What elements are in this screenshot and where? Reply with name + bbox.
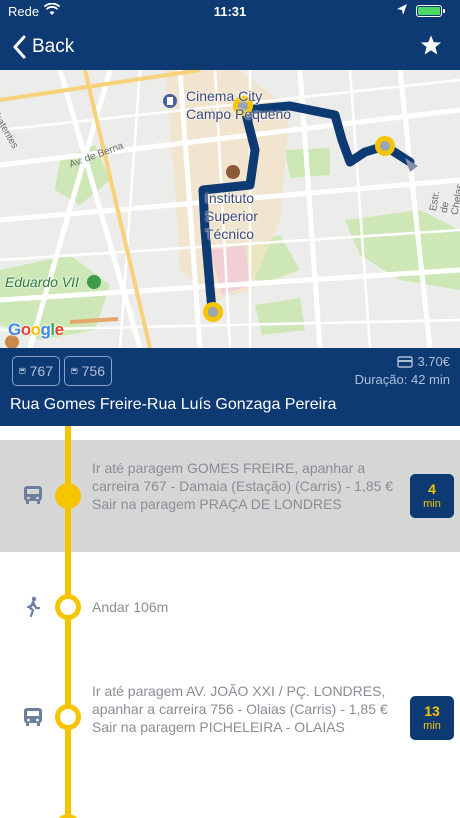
bus-chip-767: 767 [12, 356, 60, 386]
wait-badge: 13 min [410, 696, 454, 740]
route-name: Rua Gomes Freire-Rua Luís Gonzaga Pereir… [10, 396, 337, 413]
google-logo-g: G [8, 320, 21, 339]
bus-icon [22, 484, 44, 506]
timeline-dot [55, 704, 81, 730]
step-description: Andar 106m [92, 599, 169, 615]
bus-icon [19, 367, 26, 374]
timeline-dot [55, 594, 81, 620]
street-label-chelas: Estr. de Chelas [428, 183, 460, 216]
bus-icon [22, 706, 44, 728]
walk-icon [22, 596, 44, 618]
duration: Duração: 42 min [354, 372, 450, 387]
wait-minutes: 13 [424, 703, 440, 719]
steps-list: Ir até paragem GOMES FREIRE, apanhar a c… [0, 426, 460, 818]
fare: 3.70€ [397, 354, 450, 369]
bus-chip-756: 756 [64, 356, 112, 386]
map-label-cinema: Cinema City [186, 88, 263, 104]
bus-chip-label: 756 [81, 363, 105, 379]
route-summary: 767 756 3.70€ Duração: 42 min Rua Gomes … [0, 348, 460, 426]
clock: 11:31 [213, 4, 247, 19]
bus-chip-label: 767 [29, 363, 53, 379]
status-bar: Rede 11:31 [0, 0, 460, 22]
wait-unit: min [423, 498, 441, 510]
fare-value: 3.70€ [417, 354, 450, 369]
wait-unit: min [423, 720, 441, 732]
route-map[interactable]: Cinema City Campo Pequeno Instituto Supe… [0, 70, 460, 348]
map-label-eduardo: Eduardo VII [5, 274, 79, 290]
favorite-button[interactable] [420, 34, 442, 61]
battery-icon [416, 5, 445, 17]
location-arrow-icon [396, 3, 408, 20]
wait-minutes: 4 [428, 481, 436, 497]
google-attribution[interactable]: Google [8, 320, 64, 340]
back-button[interactable]: Back [12, 32, 74, 62]
step-description: Ir até paragem GOMES FREIRE, apanhar a c… [92, 460, 394, 512]
wait-badge: 4 min [410, 474, 454, 518]
map-label-campo: Campo Pequeno [186, 106, 292, 122]
chevron-left-icon [13, 35, 26, 59]
star-icon [420, 35, 442, 55]
ticket-icon [397, 355, 414, 368]
map-label-superior: Superior [205, 208, 258, 224]
back-label: Back [32, 36, 75, 57]
map-label-instituto: Instituto [205, 190, 255, 206]
step-description: Ir até paragem AV. JOÃO XXI / PÇ. LONDRE… [92, 683, 388, 735]
top-bar: Rede 11:31 Back [0, 0, 460, 70]
timeline-dot [55, 814, 81, 818]
bus-icon [71, 367, 78, 374]
nav-bar: Back [0, 24, 460, 70]
timeline-dot [55, 483, 81, 509]
map-label-tecnico: Técnico [205, 226, 255, 242]
